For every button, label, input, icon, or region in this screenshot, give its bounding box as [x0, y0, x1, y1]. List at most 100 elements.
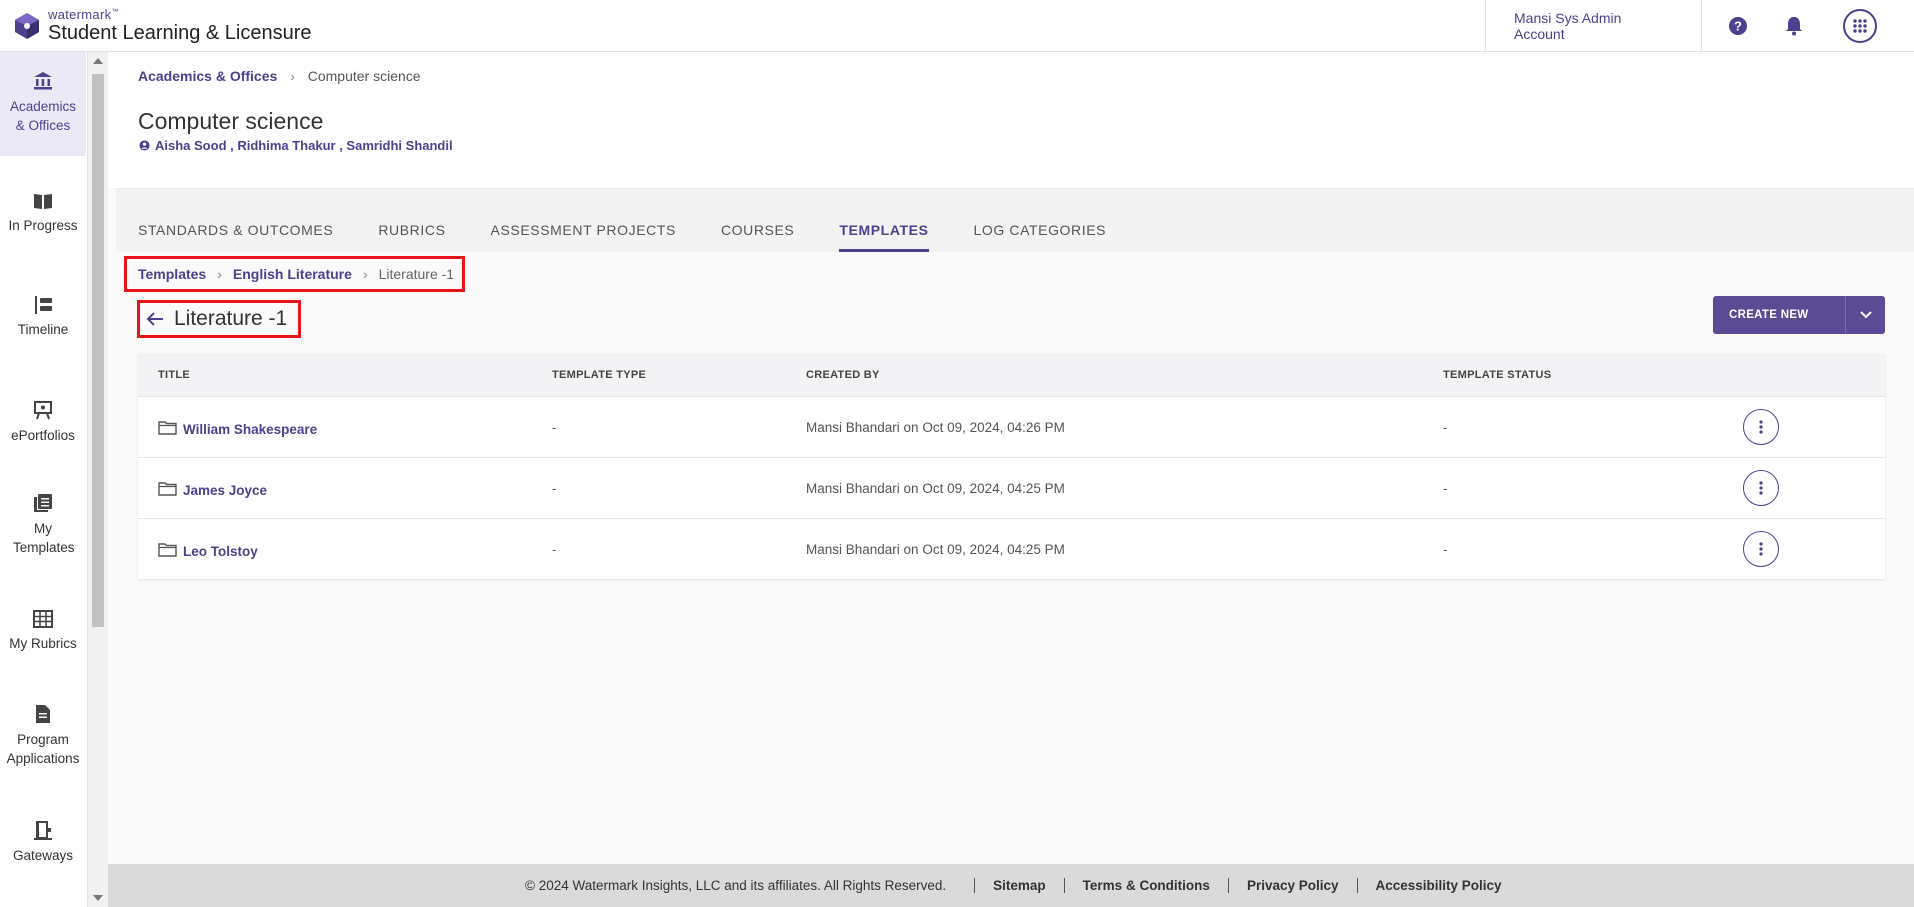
kebab-menu-icon: [1759, 542, 1763, 556]
sidebar-item-gateways[interactable]: Gateways: [0, 820, 86, 865]
folder-icon: [158, 542, 177, 557]
sidebar-item-my-templates[interactable]: My Templates: [0, 493, 86, 557]
apps-grid-icon: [1843, 8, 1877, 43]
help-icon: ?: [1729, 16, 1747, 35]
timeline-icon: [35, 296, 52, 314]
bell-icon: [1786, 16, 1802, 35]
tab-log-categories[interactable]: LOG CATEGORIES: [974, 210, 1107, 252]
footer-link-sitemap[interactable]: Sitemap: [974, 878, 1064, 893]
top-bar: watermark™ Student Learning & Licensure …: [0, 0, 1914, 52]
sidebar-scrollbar[interactable]: [88, 52, 108, 907]
members-text: Aisha Sood , Ridhima Thakur , Samridhi S…: [155, 138, 453, 153]
column-header-template-status[interactable]: TEMPLATE STATUS: [1443, 369, 1743, 381]
row-template-status: -: [1443, 480, 1448, 496]
sidebar-item-timeline[interactable]: Timeline: [0, 296, 86, 339]
sidebar-item-label: Program Applications: [6, 732, 80, 766]
watermark-logo-icon: [15, 12, 39, 39]
row-actions-button[interactable]: [1743, 531, 1779, 567]
table-row[interactable]: William Shakespeare - Mansi Bhandari on …: [138, 396, 1885, 457]
row-title-link[interactable]: James Joyce: [183, 483, 267, 498]
account-menu[interactable]: Mansi Sys Admin Account: [1485, 0, 1702, 52]
kebab-menu-icon: [1759, 420, 1763, 434]
templates-icon: [34, 494, 52, 512]
sidebar-item-in-progress[interactable]: In Progress: [0, 192, 86, 235]
sidebar-item-label: Gateways: [12, 848, 74, 863]
breadcrumb-link-english-literature[interactable]: English Literature: [233, 266, 352, 282]
chevron-down-icon[interactable]: [1845, 296, 1885, 334]
sidebar-item-label: In Progress: [8, 218, 78, 233]
row-actions-button[interactable]: [1743, 470, 1779, 506]
help-button[interactable]: ?: [1710, 0, 1766, 52]
sidebar-item-my-rubrics[interactable]: My Rubrics: [0, 610, 86, 653]
sidebar-item-label: Academics & Offices: [9, 99, 77, 133]
main-content: Academics & Offices › Computer science C…: [108, 52, 1914, 864]
row-created-by: Mansi Bhandari on Oct 09, 2024, 04:25 PM: [806, 480, 1065, 496]
tab-rubrics[interactable]: RUBRICS: [378, 210, 445, 252]
table-row[interactable]: Leo Tolstoy - Mansi Bhandari on Oct 09, …: [138, 518, 1885, 579]
document-icon: [36, 705, 50, 723]
sidebar-item-program-applications[interactable]: Program Applications: [0, 704, 86, 768]
folder-icon: [158, 420, 177, 435]
trademark: ™: [111, 8, 119, 16]
book-icon: [34, 194, 52, 209]
product-name: Student Learning & Licensure: [48, 22, 312, 44]
row-created-by: Mansi Bhandari on Oct 09, 2024, 04:25 PM: [806, 541, 1065, 557]
tab-courses[interactable]: COURSES: [721, 210, 794, 252]
apps-button[interactable]: [1832, 0, 1888, 52]
footer-link-privacy[interactable]: Privacy Policy: [1227, 878, 1357, 893]
templates-table: TITLE TEMPLATE TYPE CREATED BY TEMPLATE …: [138, 354, 1885, 579]
footer-link-terms[interactable]: Terms & Conditions: [1063, 878, 1228, 893]
footer: © 2024 Watermark Insights, LLC and its a…: [108, 864, 1914, 907]
page-header: Academics & Offices › Computer science C…: [108, 52, 1914, 188]
folder-title: Literature -1: [137, 300, 301, 338]
breadcrumb-link-templates[interactable]: Templates: [138, 266, 206, 282]
institution-icon: [34, 72, 52, 90]
row-template-status: -: [1443, 541, 1448, 557]
row-title-link[interactable]: William Shakespeare: [183, 422, 317, 437]
tab-templates[interactable]: TEMPLATES: [839, 210, 929, 252]
create-new-label: CREATE NEW: [1729, 309, 1809, 321]
scroll-down-arrow-icon[interactable]: [93, 895, 103, 901]
user-circle-icon: [139, 140, 150, 151]
column-header-template-type[interactable]: TEMPLATE TYPE: [552, 369, 806, 381]
folder-title-text: Literature -1: [174, 307, 288, 330]
tab-bar: STANDARDS & OUTCOMES RUBRICS ASSESSMENT …: [116, 188, 1914, 252]
breadcrumb-separator: ›: [217, 266, 222, 282]
scroll-up-arrow-icon[interactable]: [93, 58, 103, 64]
row-template-type: -: [552, 419, 557, 435]
scrollbar-thumb[interactable]: [92, 74, 104, 627]
door-icon: [34, 821, 52, 840]
tab-assessment-projects[interactable]: ASSESSMENT PROJECTS: [491, 210, 676, 252]
breadcrumb-current: Computer science: [307, 68, 421, 84]
row-created-by: Mansi Bhandari on Oct 09, 2024, 04:26 PM: [806, 419, 1065, 435]
members-list[interactable]: Aisha Sood , Ridhima Thakur , Samridhi S…: [139, 138, 453, 153]
templates-breadcrumb: Templates › English Literature › Literat…: [124, 256, 465, 292]
tab-standards-outcomes[interactable]: STANDARDS & OUTCOMES: [138, 210, 333, 252]
breadcrumb: Academics & Offices › Computer science: [138, 68, 421, 84]
breadcrumb-separator: ›: [290, 68, 295, 84]
copyright-text: © 2024 Watermark Insights, LLC and its a…: [525, 878, 947, 893]
sidebar-item-academics[interactable]: Academics & Offices: [0, 52, 86, 156]
sidebar: Academics & Offices In Progress Timeline…: [0, 52, 88, 907]
row-template-status: -: [1443, 419, 1448, 435]
table-header: TITLE TEMPLATE TYPE CREATED BY TEMPLATE …: [138, 354, 1885, 396]
table-row[interactable]: James Joyce - Mansi Bhandari on Oct 09, …: [138, 457, 1885, 518]
svg-text:?: ?: [1734, 18, 1742, 33]
sidebar-item-label: ePortfolios: [11, 428, 75, 443]
breadcrumb-link-academics[interactable]: Academics & Offices: [138, 68, 277, 84]
column-header-created-by[interactable]: CREATED BY: [806, 369, 1443, 381]
back-arrow-icon[interactable]: [146, 311, 164, 327]
row-template-type: -: [552, 541, 557, 557]
column-header-title[interactable]: TITLE: [138, 369, 552, 381]
notifications-button[interactable]: [1766, 0, 1822, 52]
row-actions-button[interactable]: [1743, 409, 1779, 445]
page-title: Computer science: [138, 108, 324, 134]
create-new-button[interactable]: CREATE NEW: [1713, 296, 1885, 334]
sidebar-item-label: Timeline: [17, 322, 69, 337]
footer-link-accessibility[interactable]: Accessibility Policy: [1356, 878, 1520, 893]
sidebar-item-label: My Templates: [13, 521, 75, 555]
breadcrumb-separator: ›: [362, 266, 368, 282]
brand[interactable]: watermark™ Student Learning & Licensure: [0, 0, 312, 52]
sidebar-item-eportfolios[interactable]: ePortfolios: [0, 400, 86, 445]
row-title-link[interactable]: Leo Tolstoy: [183, 544, 258, 559]
